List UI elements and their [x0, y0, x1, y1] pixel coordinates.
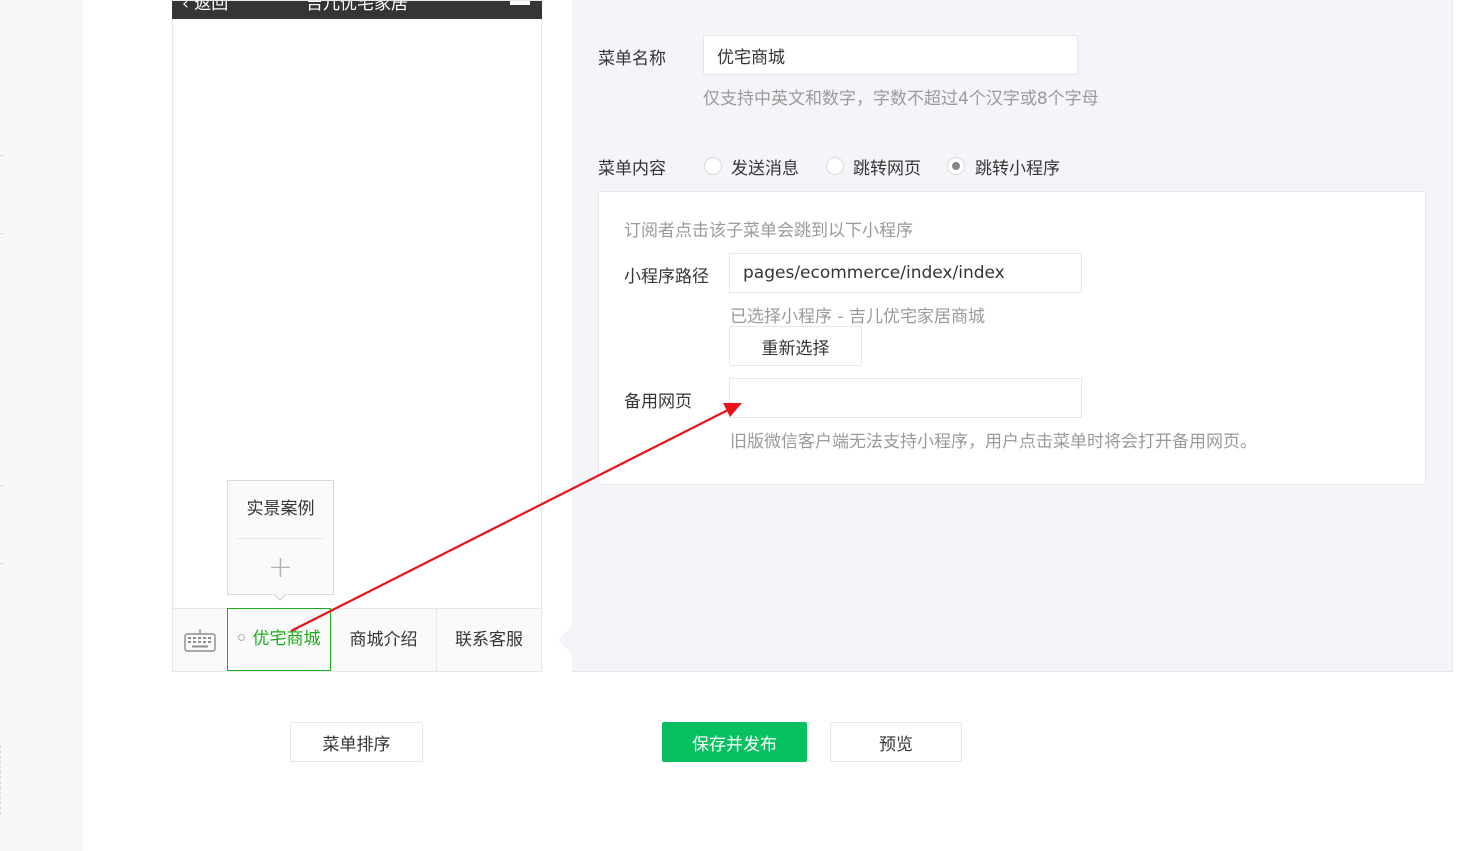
backup-webpage-input[interactable] [729, 378, 1082, 418]
submenu-popup: 实景案例 + [227, 480, 334, 595]
editor-pointer [558, 626, 572, 654]
sidebar-tick [0, 233, 3, 234]
sidebar-dashed-divider [0, 745, 3, 815]
phone-menu-bar: 优宅商城 商城介绍 联系客服 [173, 608, 541, 671]
miniprogram-path-label: 小程序路径 [624, 267, 709, 287]
sidebar-tick [0, 155, 3, 156]
preview-button[interactable]: 预览 [830, 722, 962, 762]
menu-name-input[interactable]: 优宅商城 [703, 35, 1078, 75]
menu-sort-button[interactable]: 菜单排序 [290, 722, 423, 762]
save-and-publish-label: 保存并发布 [692, 734, 777, 755]
save-and-publish-button[interactable]: 保存并发布 [662, 722, 807, 762]
phone-title-bar: ‹ 返回 吉儿优宅家居 [172, 1, 542, 19]
menu-tab-contact-service[interactable]: 联系客服 [437, 609, 541, 671]
left-sidebar-strip [0, 0, 83, 851]
selected-miniprogram-tip: 已选择小程序 - 吉儿优宅家居商城 [730, 307, 985, 327]
backup-webpage-tip: 旧版微信客户端无法支持小程序，用户点击菜单时将会打开备用网页。 [730, 432, 1257, 452]
radio-jump-webpage[interactable] [826, 157, 844, 175]
plus-icon: + [267, 549, 294, 585]
drag-handle-icon [237, 633, 245, 641]
submenu-pointer [273, 593, 287, 601]
radio-label-jump-miniprogram[interactable]: 跳转小程序 [975, 154, 1060, 179]
miniprogram-path-input[interactable]: pages/ecommerce/index/index [729, 253, 1082, 293]
menu-tab-label: 优宅商城 [252, 629, 321, 649]
menu-name-value: 优宅商城 [717, 47, 785, 68]
radio-label-jump-webpage[interactable]: 跳转网页 [853, 154, 921, 179]
profile-icon [510, 1, 530, 5]
submenu-item[interactable]: 实景案例 [228, 481, 333, 538]
reselect-button[interactable]: 重新选择 [729, 326, 862, 366]
menu-content-label: 菜单内容 [598, 159, 666, 179]
menu-sort-label: 菜单排序 [322, 734, 391, 755]
menu-tab-label: 联系客服 [455, 630, 523, 650]
keyboard-icon [184, 629, 216, 652]
reselect-label: 重新选择 [761, 338, 830, 359]
miniprogram-path-value: pages/ecommerce/index/index [743, 263, 1005, 283]
radio-jump-miniprogram[interactable] [947, 157, 965, 175]
menu-name-tip: 仅支持中英文和数字，字数不超过4个汉字或8个字母 [703, 89, 1099, 109]
radio-send-message[interactable] [704, 157, 722, 175]
sidebar-tick [0, 563, 3, 564]
backup-webpage-label: 备用网页 [624, 392, 692, 412]
menu-tab-mall-intro[interactable]: 商城介绍 [331, 609, 437, 671]
keyboard-toggle[interactable] [173, 609, 228, 671]
preview-label: 预览 [879, 734, 913, 755]
menu-tab-label: 商城介绍 [349, 630, 418, 650]
menu-name-label: 菜单名称 [598, 49, 666, 69]
phone-title: 吉儿优宅家居 [306, 1, 408, 14]
miniprogram-intro: 订阅者点击该子菜单会跳到以下小程序 [624, 221, 913, 241]
radio-label-send-message[interactable]: 发送消息 [731, 154, 799, 179]
sidebar-tick [0, 485, 3, 486]
menu-tab-youzhai-mall[interactable]: 优宅商城 [227, 608, 331, 671]
add-submenu-button[interactable]: + [228, 539, 333, 595]
